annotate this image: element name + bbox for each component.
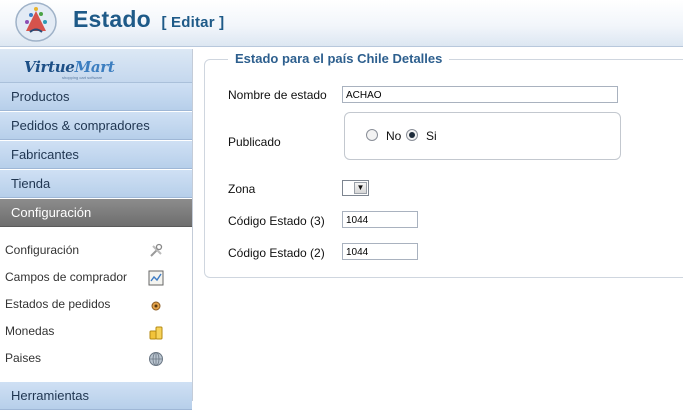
edit-link[interactable]: [ Editar ] — [161, 14, 224, 31]
coins-icon — [149, 326, 163, 340]
sub-item-label: Monedas — [5, 324, 55, 338]
sub-item-label: Estados de pedidos — [5, 297, 111, 311]
sub-item-paises[interactable]: Paises — [0, 345, 192, 372]
sub-item-monedas[interactable]: Monedas — [0, 318, 192, 345]
nav-herramientas[interactable]: Herramientas — [0, 382, 192, 410]
state-name-label: Nombre de estado — [228, 88, 327, 102]
sidebar: VirtueMart shopping cart software Produc… — [0, 49, 193, 410]
sub-item-configuracion[interactable]: Configuración — [0, 237, 192, 264]
published-si-label: Si — [426, 129, 437, 143]
code2-input[interactable]: 1044 — [342, 243, 418, 260]
globe-icon — [149, 352, 163, 366]
page-header: Estado [ Editar ] — [0, 0, 683, 47]
code3-input[interactable]: 1044 — [342, 211, 418, 228]
brand-bar: VirtueMart shopping cart software — [0, 49, 192, 83]
nav-configuracion[interactable]: Configuración — [0, 199, 192, 227]
code2-label: Código Estado (2) — [228, 246, 325, 260]
published-no-radio[interactable] — [366, 129, 378, 141]
brand-logo: VirtueMart — [24, 58, 115, 76]
nav-pedidos-compradores[interactable]: Pedidos & compradores — [0, 112, 192, 140]
chevron-down-icon[interactable]: ▼ — [354, 182, 367, 194]
sub-item-label: Campos de comprador — [5, 270, 128, 284]
state-name-input[interactable]: ACHAO — [342, 86, 618, 103]
sub-item-label: Configuración — [5, 243, 80, 257]
nav-tienda[interactable]: Tienda — [0, 170, 192, 198]
brand-tagline: shopping cart software — [62, 75, 103, 80]
sub-item-campos-comprador[interactable]: Campos de comprador — [0, 264, 192, 291]
page-title: Estado [ Editar ] — [73, 6, 224, 33]
published-no-label: No — [386, 129, 402, 143]
tools-icon — [150, 243, 163, 257]
zone-select[interactable]: ▼ — [342, 180, 369, 196]
app-logo-icon — [15, 2, 57, 42]
brand-name-part1: Virtue — [24, 58, 75, 76]
nav-productos[interactable]: Productos — [0, 83, 192, 111]
fieldset-legend: Estado para el país Chile Detalles — [228, 51, 450, 66]
order-status-icon — [151, 301, 161, 311]
nav-fabricantes[interactable]: Fabricantes — [0, 141, 192, 169]
page-title-text: Estado — [73, 6, 151, 32]
published-label: Publicado — [228, 135, 281, 149]
zone-label: Zona — [228, 182, 256, 196]
sub-item-label: Paises — [5, 351, 42, 365]
form-fields-icon — [148, 270, 164, 286]
brand-name-part2: Mart — [74, 58, 115, 76]
code3-label: Código Estado (3) — [228, 214, 325, 228]
published-si-radio[interactable] — [406, 129, 418, 141]
sub-item-estados-pedidos[interactable]: Estados de pedidos — [0, 291, 192, 318]
